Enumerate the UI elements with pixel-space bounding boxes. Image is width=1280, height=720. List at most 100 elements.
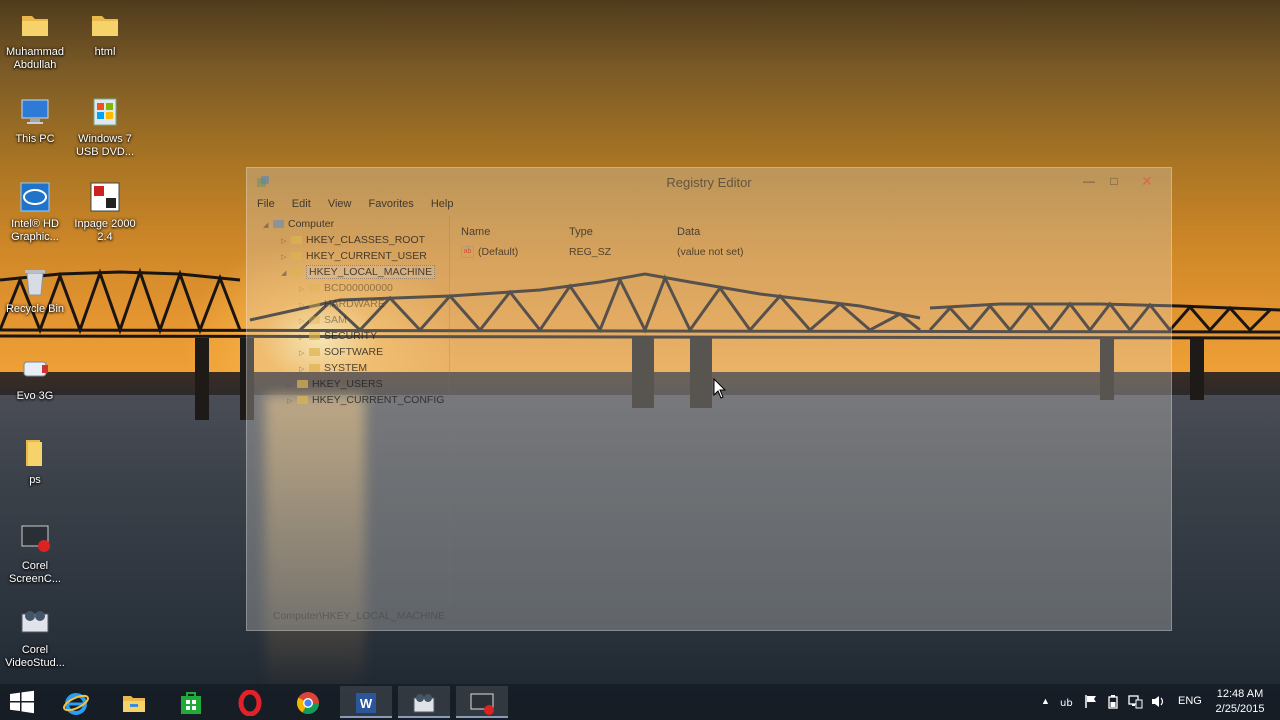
desktop-icon-label: Intel® HD Graphic... — [11, 218, 59, 243]
show-hidden-icons-icon[interactable]: ▲ — [1041, 696, 1050, 706]
tree-node-bcd[interactable]: ▷ BCD00000000 — [299, 282, 393, 294]
folder-icon — [309, 284, 320, 293]
tree-node-computer[interactable]: ◢ Computer — [263, 218, 334, 230]
network-icon[interactable] — [1127, 694, 1143, 709]
expand-arrow-icon[interactable]: ▷ — [287, 381, 297, 389]
expand-arrow-icon[interactable]: ▷ — [281, 253, 291, 261]
taskbar-corel-videostudio[interactable] — [398, 686, 450, 718]
desktop-icon-label: Corel VideoStud... — [5, 644, 65, 669]
registry-values-list[interactable]: Name Type Data ab (Default) REG_SZ (value… — [457, 216, 1157, 604]
clock-time: 12:48 AM — [1216, 688, 1264, 700]
desktop-icon-label: This PC — [15, 133, 55, 145]
folder-icon — [297, 380, 308, 389]
corel-screencap-icon — [21, 525, 50, 552]
taskbar-word[interactable]: W — [340, 686, 392, 718]
expand-arrow-icon[interactable]: ▷ — [299, 301, 309, 309]
tree-node-hkey-classes-root[interactable]: ▷ HKEY_CLASSES_ROOT — [281, 234, 425, 246]
action-center-flag-icon[interactable] — [1084, 694, 1098, 709]
inpage-tray-icon[interactable]: ub — [1060, 695, 1076, 709]
desktop-icon-evo-3g[interactable]: Evo 3G — [0, 352, 71, 403]
taskbar-store[interactable] — [165, 686, 217, 718]
inpage-icon — [90, 182, 120, 212]
folder-icon — [291, 268, 302, 277]
computer-icon — [273, 220, 284, 229]
desktop-icon-corel-screencap[interactable]: Corel ScreenC... — [0, 522, 71, 586]
column-header-data[interactable]: Data — [677, 226, 700, 238]
desktop-icon-inpage[interactable]: Inpage 2000 2.4 — [69, 180, 141, 244]
folder-icon — [309, 316, 320, 325]
desktop-icon-label: Corel ScreenC... — [9, 560, 61, 585]
expand-arrow-icon[interactable]: ▷ — [299, 317, 309, 325]
desktop-icon-intel-hd-graphics[interactable]: Intel® HD Graphic... — [0, 180, 71, 244]
desktop-icon-label: Recycle Bin — [5, 303, 65, 315]
desktop-icon-recycle-bin[interactable]: Recycle Bin — [0, 265, 71, 316]
menu-favorites[interactable]: Favorites — [369, 198, 414, 210]
value-data-cell: (value not set) — [677, 246, 744, 258]
expand-arrow-icon[interactable]: ◢ — [263, 221, 273, 229]
expand-arrow-icon[interactable]: ▷ — [281, 237, 291, 245]
folder-icon — [309, 364, 320, 373]
taskbar: W ▲ ub ENG 12:48 AM 2/25/2015 — [0, 684, 1280, 720]
taskbar-file-explorer[interactable] — [108, 686, 160, 718]
desktop-icon-this-pc[interactable]: This PC — [0, 95, 71, 146]
close-button[interactable]: ✕ — [1137, 172, 1157, 190]
menu-edit[interactable]: Edit — [292, 198, 311, 210]
tree-node-hkey-current-config[interactable]: ▷ HKEY_CURRENT_CONFIG — [287, 394, 444, 406]
mouse-cursor-icon — [713, 378, 727, 399]
tree-node-software[interactable]: ▷ SOFTWARE — [299, 346, 383, 358]
registry-tree[interactable]: ◢ Computer ▷ HKEY_CLASSES_ROOT ▷ HKEY_CURRE… — [259, 216, 450, 604]
desktop-icon-corel-videostudio[interactable]: Corel VideoStud... — [0, 606, 71, 670]
folder-icon — [309, 300, 320, 309]
expand-arrow-icon[interactable]: ▷ — [287, 397, 297, 405]
taskbar-opera[interactable] — [224, 686, 276, 718]
taskbar-chrome[interactable] — [282, 686, 334, 718]
string-value-icon: ab — [461, 246, 474, 259]
taskbar-internet-explorer[interactable] — [50, 686, 102, 718]
internet-explorer-icon — [63, 693, 89, 715]
menu-file[interactable]: File — [257, 198, 275, 210]
recycle-bin-icon — [25, 270, 45, 296]
windows-start-icon[interactable] — [8, 690, 36, 714]
desktop-icon-label: ps — [29, 474, 41, 486]
word-icon: W — [356, 693, 376, 713]
desktop-icon-muhammad-abdullah[interactable]: Muhammad Abdullah — [0, 8, 71, 72]
corel-videostudio-icon — [21, 611, 49, 633]
tree-node-hardware[interactable]: ▷ HARDWARE — [299, 298, 385, 310]
column-header-name[interactable]: Name — [461, 226, 490, 238]
desktop-icon-html[interactable]: html — [69, 8, 141, 59]
menu-bar: File Edit View Favorites Help — [257, 198, 467, 214]
menu-help[interactable]: Help — [431, 198, 454, 210]
language-indicator[interactable]: ENG — [1178, 695, 1202, 707]
intel-graphics-icon — [20, 182, 50, 212]
tree-node-system[interactable]: ▷ SYSTEM — [299, 362, 367, 374]
collapse-arrow-icon[interactable]: ◢ — [281, 269, 291, 277]
registry-editor-window[interactable]: Registry Editor — □ ✕ File Edit View Fav… — [246, 167, 1172, 631]
status-bar: Computer\HKEY_LOCAL_MACHINE — [273, 610, 446, 622]
window-titlebar[interactable]: Registry Editor — □ ✕ — [247, 168, 1171, 196]
desktop-icon-ps[interactable]: ps — [0, 436, 71, 487]
chrome-icon — [297, 692, 319, 714]
tree-node-sam[interactable]: ▷ SAM — [299, 314, 347, 326]
expand-arrow-icon[interactable]: ▷ — [299, 285, 309, 293]
volume-icon[interactable] — [1150, 694, 1166, 709]
tree-node-hkey-current-user[interactable]: ▷ HKEY_CURRENT_USER — [281, 250, 427, 262]
window-title: Registry Editor — [666, 175, 752, 190]
folder-icon — [291, 252, 302, 261]
battery-icon[interactable] — [1106, 694, 1120, 709]
maximize-button[interactable]: □ — [1104, 172, 1124, 190]
expand-arrow-icon[interactable]: ▷ — [299, 333, 309, 341]
menu-view[interactable]: View — [328, 198, 352, 210]
folder-icon — [309, 332, 320, 341]
taskbar-screen-recorder[interactable] — [456, 686, 508, 718]
screen-recorder-icon — [470, 693, 494, 715]
taskbar-clock[interactable]: 12:48 AM 2/25/2015 — [1208, 687, 1272, 717]
desktop-icon-windows-7-usb-dvd[interactable]: Windows 7 USB DVD... — [69, 95, 141, 159]
tree-node-security[interactable]: ▷ SECURITY — [299, 330, 377, 342]
tree-node-hkey-users[interactable]: ▷ HKEY_USERS — [287, 378, 383, 390]
expand-arrow-icon[interactable]: ▷ — [299, 365, 309, 373]
minimize-button[interactable]: — — [1079, 172, 1099, 190]
expand-arrow-icon[interactable]: ▷ — [299, 349, 309, 357]
column-header-type[interactable]: Type — [569, 226, 593, 238]
desktop-icon-label: html — [94, 46, 116, 58]
tree-node-hkey-local-machine[interactable]: ◢ HKEY_LOCAL_MACHINE — [281, 265, 436, 279]
